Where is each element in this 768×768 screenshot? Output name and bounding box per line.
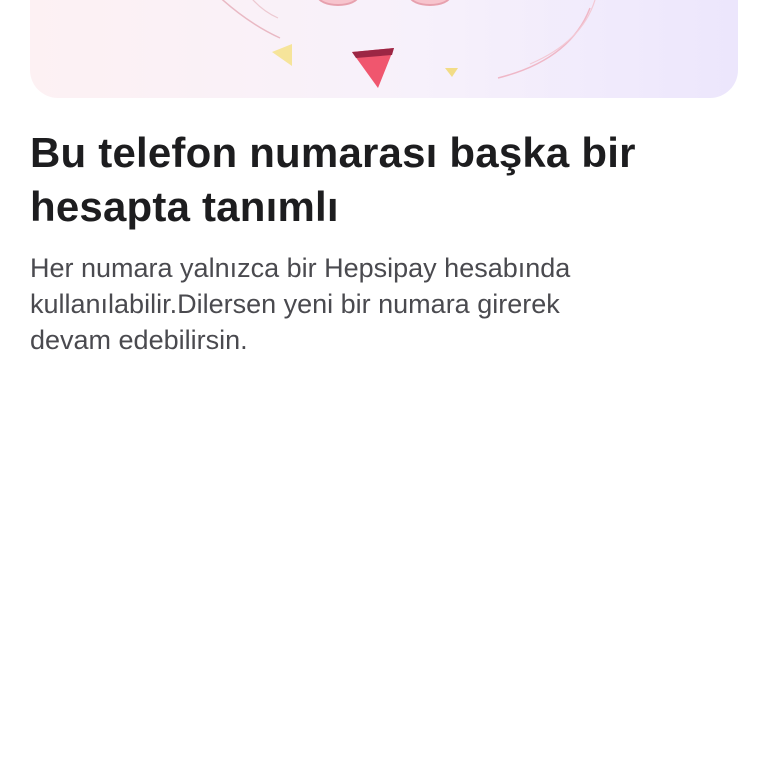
confetti-triangle-yellow-small [445, 68, 458, 77]
face-cheek-left [318, 0, 358, 6]
confetti-line-right [497, 7, 591, 79]
confetti-line-right-2 [529, 0, 596, 65]
confetti-line-left [221, 0, 281, 39]
confetti-line-left-2 [252, 0, 279, 19]
error-illustration-icon [221, 0, 596, 88]
hero-illustration-card [30, 0, 738, 98]
face-cheek-right [410, 0, 450, 6]
confetti-triangle-yellow [272, 44, 292, 66]
page-title: Bu telefon numarası başka bir hesapta ta… [30, 129, 636, 230]
page-description: Her numara yalnızca bir Hepsipay hesabın… [30, 253, 571, 355]
